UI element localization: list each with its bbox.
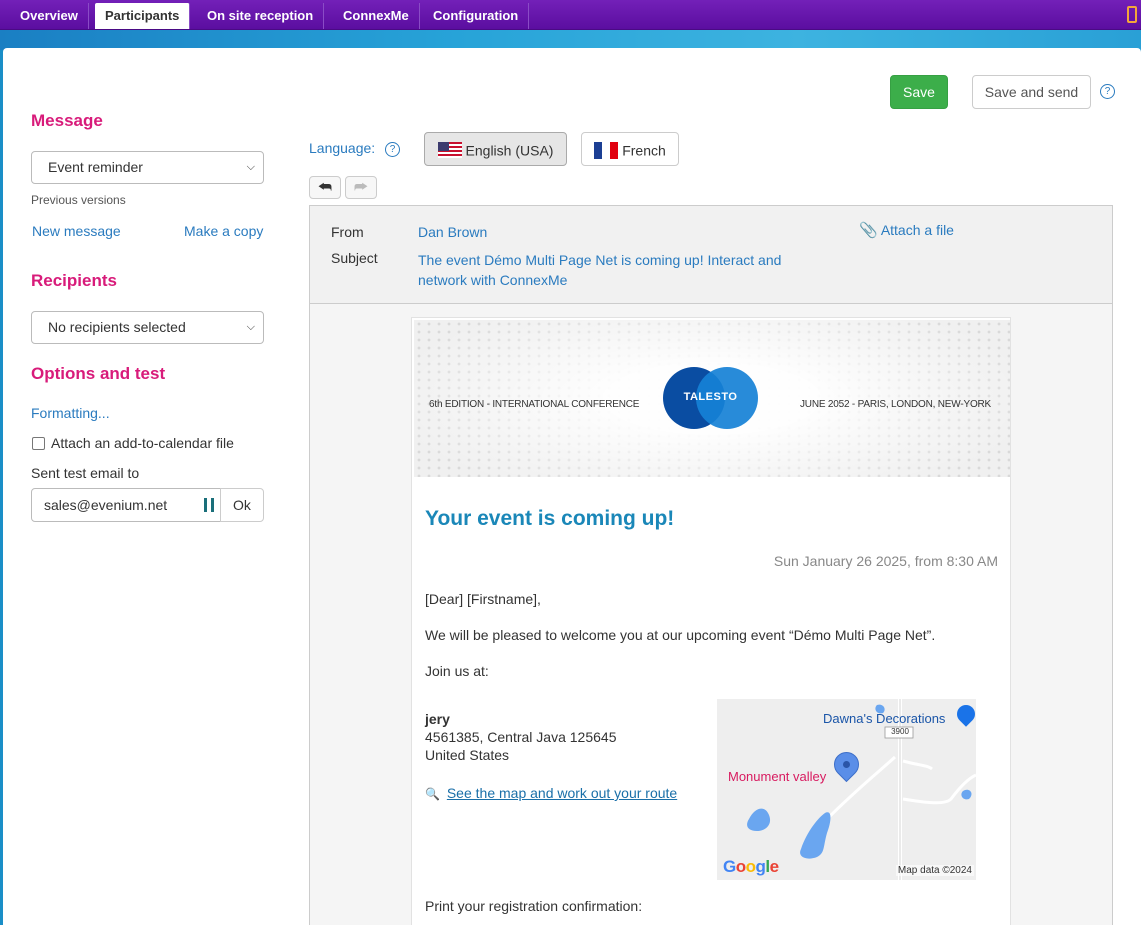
- hero-right-text: JUNE 2052 - PARIS, LONDON, NEW-YORK: [800, 399, 992, 410]
- email-body-area: 6th EDITION - INTERNATIONAL CONFERENCE T…: [310, 305, 1112, 925]
- subject-line-1: The event Démo Multi Page Net is coming …: [418, 252, 782, 268]
- join-text: Join us at:: [425, 663, 489, 679]
- event-date: Sun January 26 2025, from 8:30 AM: [773, 553, 998, 569]
- english-label: English (USA): [465, 142, 554, 159]
- talesto-logo: TALESTO: [683, 391, 738, 403]
- redo-icon: ⮫: [354, 179, 368, 196]
- new-message-link[interactable]: New message: [32, 223, 121, 239]
- email-header: From Dan Brown Subject The event Démo Mu…: [310, 206, 1112, 304]
- redo-button[interactable]: ⮫: [345, 176, 377, 199]
- map-credit: Map data ©2024: [895, 865, 974, 876]
- map-place-dawnas: Dawna's Decorations: [823, 711, 946, 726]
- contacts-icon[interactable]: [204, 498, 214, 512]
- message-select[interactable]: Event reminder ⌵: [31, 151, 264, 184]
- french-label: French: [622, 142, 666, 159]
- previous-versions-label: Previous versions: [31, 193, 126, 207]
- google-logo: Google: [723, 857, 779, 876]
- print-confirmation-text: Print your registration confirmation:: [425, 898, 643, 914]
- paperclip-icon: 📎: [859, 222, 878, 239]
- ok-button[interactable]: Ok: [220, 488, 264, 522]
- attach-file-label: Attach a file: [880, 222, 954, 238]
- magnifier-icon: 🔍: [425, 787, 440, 801]
- save-button[interactable]: Save: [890, 75, 948, 109]
- options-title: Options and test: [31, 364, 166, 383]
- tab-connexme[interactable]: ConnexMe: [333, 3, 420, 29]
- tab-overview[interactable]: Overview: [10, 3, 89, 29]
- attach-file-link[interactable]: 📎 Attach a file: [859, 221, 954, 239]
- welcome-text: We will be pleased to welcome you at our…: [425, 627, 936, 643]
- top-nav: Overview Participants On site reception …: [0, 0, 1141, 30]
- french-language-button[interactable]: French: [581, 132, 679, 166]
- subject-line-2: network with ConnexMe: [418, 272, 568, 288]
- recipients-title: Recipients: [31, 271, 117, 290]
- tab-configuration[interactable]: Configuration: [423, 3, 530, 29]
- language-label: Language:: [309, 140, 376, 156]
- message-select-value: Event reminder: [48, 159, 143, 175]
- save-and-send-button[interactable]: Save and send: [972, 75, 1091, 109]
- tab-on-site-reception[interactable]: On site reception: [197, 3, 325, 29]
- recipients-select[interactable]: No recipients selected ⌵: [31, 311, 264, 344]
- test-email-label: Sent test email to: [31, 465, 140, 481]
- help-icon[interactable]: ?: [1100, 84, 1115, 99]
- venue-address: 4561385, Central Java 125645: [425, 729, 617, 745]
- undo-icon: ⮪: [318, 179, 332, 196]
- test-email-input[interactable]: sales@evenium.net: [31, 488, 221, 522]
- message-title: Message: [31, 111, 103, 130]
- us-flag-icon: [437, 142, 462, 159]
- greeting-text: [Dear] [Firstname],: [425, 591, 541, 607]
- map-thumbnail[interactable]: 3900 Dawna's Decorations Monument valley…: [717, 699, 976, 880]
- language-help-icon[interactable]: ?: [385, 142, 400, 157]
- calendar-checkbox[interactable]: [32, 437, 45, 450]
- recipients-select-value: No recipients selected: [48, 319, 186, 335]
- make-a-copy-link[interactable]: Make a copy: [184, 223, 263, 239]
- email-hero-banner: 6th EDITION - INTERNATIONAL CONFERENCE T…: [414, 320, 1010, 477]
- hero-left-text: 6th EDITION - INTERNATIONAL CONFERENCE: [429, 399, 640, 410]
- mobile-icon[interactable]: [1127, 6, 1137, 23]
- header-banner: [0, 30, 1141, 50]
- calendar-checkbox-label: Attach an add-to-calendar file: [51, 435, 234, 451]
- english-language-button[interactable]: English (USA): [424, 132, 567, 166]
- venue-name: jery: [425, 711, 450, 727]
- france-flag-icon: [594, 141, 619, 159]
- main-panel: Save Save and send ? Message Event remin…: [3, 48, 1141, 925]
- email-title: Your event is coming up!: [425, 507, 675, 530]
- from-value[interactable]: Dan Brown: [418, 224, 487, 240]
- formatting-link[interactable]: Formatting...: [31, 405, 110, 421]
- email-preview: 6th EDITION - INTERNATIONAL CONFERENCE T…: [411, 317, 1011, 925]
- map-link[interactable]: 🔍 See the map and work out your route: [425, 785, 677, 801]
- subject-label: Subject: [331, 250, 378, 266]
- chevron-down-icon: ⌵: [246, 321, 255, 333]
- subject-value[interactable]: The event Démo Multi Page Net is coming …: [418, 250, 781, 290]
- map-link-label: See the map and work out your route: [446, 785, 678, 801]
- undo-button[interactable]: ⮪: [309, 176, 341, 199]
- venue-country: United States: [425, 747, 510, 763]
- chevron-down-icon: ⌵: [246, 161, 255, 173]
- test-email-value: sales@evenium.net: [44, 497, 168, 513]
- tab-participants[interactable]: Participants: [95, 3, 191, 29]
- from-label: From: [331, 224, 364, 240]
- map-place-monument: Monument valley: [728, 769, 827, 784]
- email-editor: From Dan Brown Subject The event Démo Mu…: [309, 205, 1113, 925]
- road-number: 3900: [891, 727, 909, 736]
